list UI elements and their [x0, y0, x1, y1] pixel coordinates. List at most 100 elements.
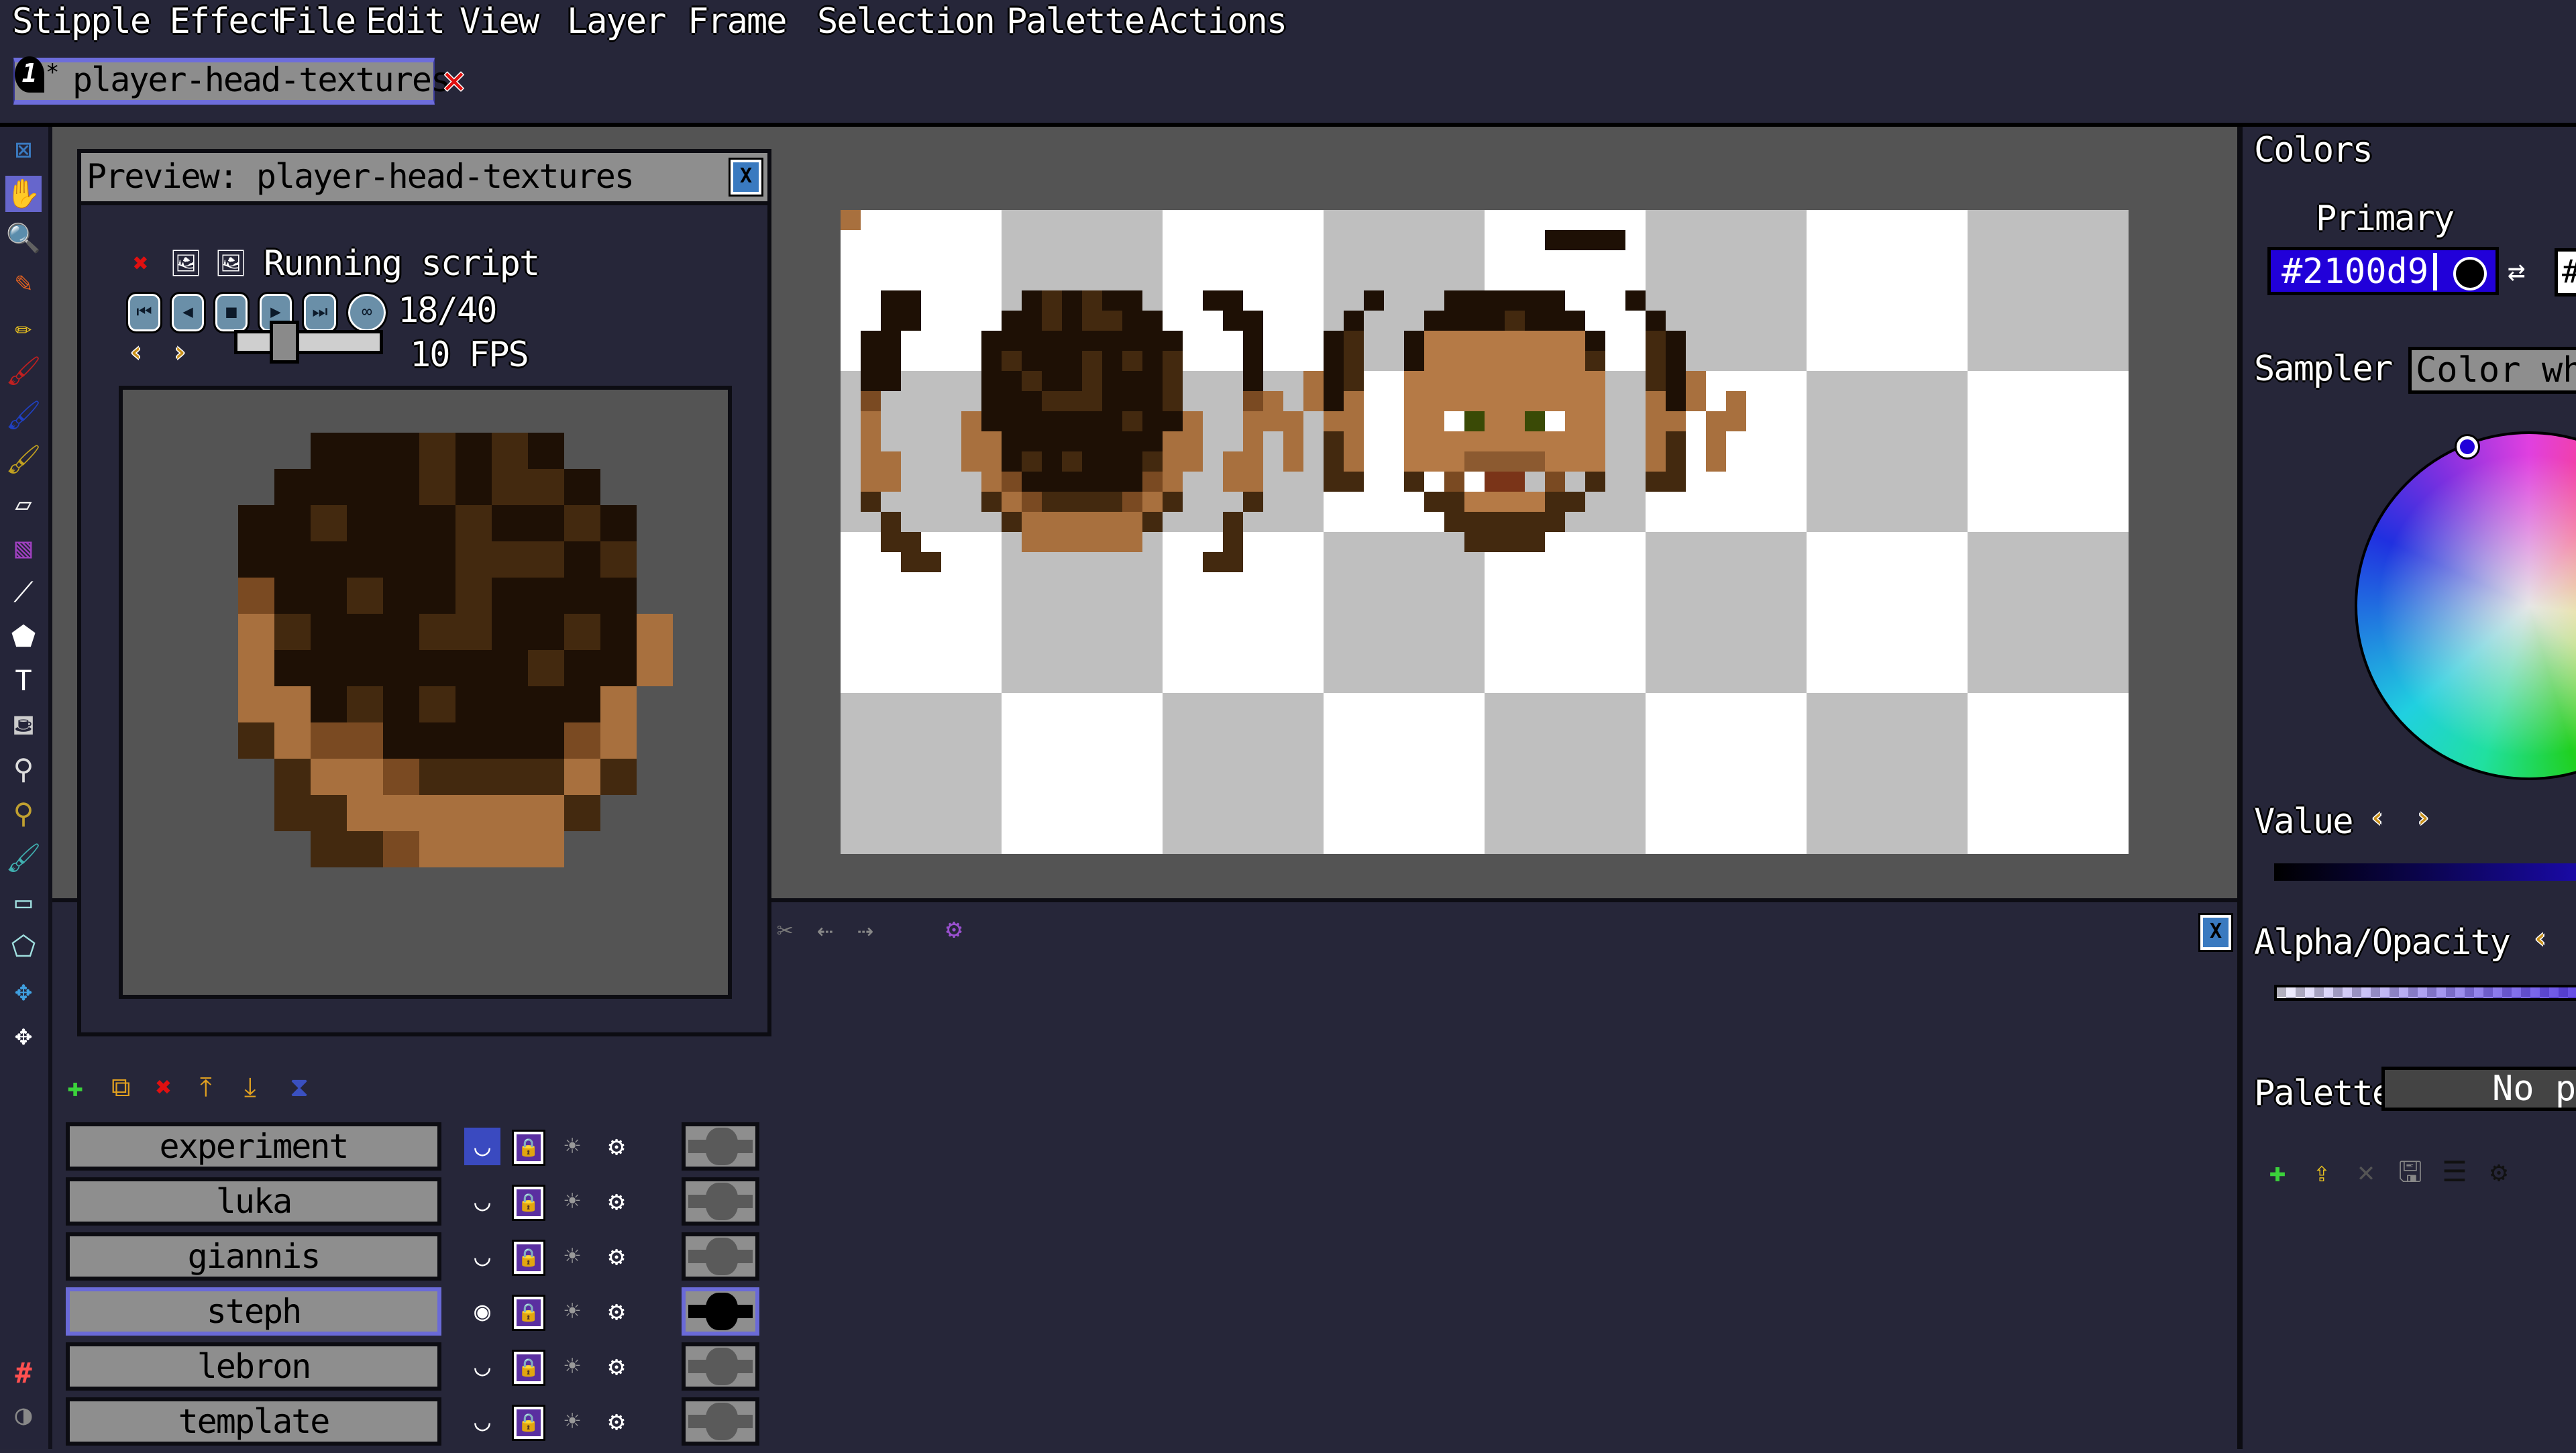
- rerun-script-icon[interactable]: 🖼: [215, 246, 247, 280]
- hand-icon[interactable]: ✋: [5, 176, 42, 212]
- tab-label[interactable]: player-head-textures: [72, 59, 451, 101]
- eye-open-icon[interactable]: ◉: [464, 1293, 500, 1330]
- move-frame-back-icon[interactable]: ⇠: [817, 914, 833, 947]
- onion-skin-icon[interactable]: ☀: [554, 1128, 590, 1165]
- layer-settings-icon[interactable]: ⚙: [598, 1348, 635, 1385]
- alpha-slider[interactable]: [2274, 985, 2576, 1001]
- onion-skin-icon[interactable]: ☀: [554, 1238, 590, 1275]
- layer-row[interactable]: steph ◉ 🔒 ☀ ⚙: [66, 1287, 770, 1336]
- cancel-script-icon[interactable]: ✖: [125, 246, 157, 280]
- layer-row[interactable]: giannis ◡ 🔒 ☀ ⚙: [66, 1232, 770, 1281]
- palette-settings-icon[interactable]: ⚙: [2481, 1154, 2517, 1190]
- primary-hex-input[interactable]: #2100d9: [2267, 247, 2499, 295]
- onion-skin-icon[interactable]: ☀: [554, 1293, 590, 1330]
- eye-closed-icon[interactable]: ◡: [464, 1238, 500, 1275]
- menu-app-stipple-effect[interactable]: Stipple Effect: [12, 1, 288, 42]
- brush-select-icon[interactable]: 🖌: [5, 840, 42, 876]
- layer-frame-cell[interactable]: [682, 1177, 759, 1226]
- import-palette-icon[interactable]: ⇪: [2304, 1154, 2340, 1190]
- grid-icon[interactable]: #: [5, 1355, 42, 1391]
- palette-dropdown[interactable]: No pa: [2381, 1067, 2576, 1111]
- move-contents-icon[interactable]: ✥: [5, 1017, 42, 1053]
- lock-icon[interactable]: 🔒: [512, 1240, 545, 1276]
- move-layer-down-icon[interactable]: ⤓: [244, 1071, 256, 1104]
- layer-frame-cell[interactable]: [682, 1287, 759, 1336]
- save-palette-icon[interactable]: 🖫: [2392, 1154, 2428, 1190]
- eye-closed-icon[interactable]: ◡: [464, 1348, 500, 1385]
- frame-settings-icon[interactable]: ⚙: [946, 912, 962, 946]
- lock-icon[interactable]: 🔒: [512, 1185, 545, 1221]
- close-palette-icon[interactable]: ✕: [2348, 1154, 2384, 1190]
- layer-row[interactable]: lebron ◡ 🔒 ☀ ⚙: [66, 1342, 770, 1391]
- move-selection-icon[interactable]: ✥: [5, 973, 42, 1009]
- wand-icon[interactable]: ⚲: [5, 796, 42, 832]
- close-panel-icon[interactable]: ⊠: [5, 131, 42, 168]
- duplicate-layer-icon[interactable]: ⧉: [111, 1071, 131, 1104]
- lock-icon[interactable]: 🔒: [512, 1295, 545, 1331]
- secondary-hex-input[interactable]: #: [2555, 248, 2576, 297]
- project-canvas[interactable]: [841, 210, 2129, 854]
- menu-palette[interactable]: Palette: [1006, 1, 1145, 42]
- eye-closed-icon[interactable]: ◡: [464, 1183, 500, 1220]
- layer-row[interactable]: luka ◡ 🔒 ☀ ⚙: [66, 1177, 770, 1226]
- layer-name-button[interactable]: luka: [66, 1177, 441, 1226]
- layer-frame-cell[interactable]: [682, 1397, 759, 1446]
- onion-skin-icon[interactable]: ☀: [554, 1183, 590, 1220]
- layer-settings-icon[interactable]: ⚙: [598, 1293, 635, 1330]
- box-select-icon[interactable]: ▭: [5, 884, 42, 920]
- pencil-icon[interactable]: ✏: [5, 309, 42, 345]
- menu-layer[interactable]: Layer: [567, 1, 667, 42]
- symmetry-icon[interactable]: ◑: [5, 1397, 42, 1433]
- lock-icon[interactable]: 🔒: [512, 1405, 545, 1441]
- close-x-icon[interactable]: ✕: [443, 62, 466, 99]
- layer-name-button[interactable]: lebron: [66, 1342, 441, 1391]
- layer-row[interactable]: experiment ◡ 🔒 ☀ ⚙: [66, 1122, 770, 1171]
- layer-name-button[interactable]: template: [66, 1397, 441, 1446]
- layer-settings-icon[interactable]: ⚙: [598, 1128, 635, 1165]
- menu-edit[interactable]: Edit: [366, 1, 445, 42]
- lock-icon[interactable]: 🔒: [512, 1350, 545, 1386]
- preview-title-bar[interactable]: Preview: player-head-textures X: [81, 153, 767, 205]
- menu-actions[interactable]: Actions: [1148, 1, 1287, 42]
- primary-swatch[interactable]: [2453, 257, 2487, 290]
- lock-icon[interactable]: 🔒: [512, 1130, 545, 1166]
- zoom-icon[interactable]: 🔍: [5, 220, 42, 256]
- menu-frame[interactable]: Frame: [688, 1, 788, 42]
- eyedropper-icon[interactable]: ⚲: [5, 751, 42, 788]
- value-slider[interactable]: [2274, 863, 2576, 881]
- value-decrease-icon[interactable]: ‹: [2369, 801, 2385, 835]
- sampler-dropdown[interactable]: Color whe: [2408, 347, 2576, 394]
- brush-icon[interactable]: 🖌: [5, 353, 42, 389]
- close-panel-icon[interactable]: X: [2198, 913, 2233, 952]
- panel-divider[interactable]: [2237, 127, 2243, 1449]
- cut-frame-icon[interactable]: ✂: [777, 914, 793, 947]
- previous-frame-icon[interactable]: ◀: [170, 292, 206, 333]
- polygon-select-icon[interactable]: ⬠: [5, 928, 42, 965]
- layer-frame-cell[interactable]: [682, 1122, 759, 1171]
- fill-bucket-icon[interactable]: ⛾: [5, 707, 42, 743]
- move-layer-up-icon[interactable]: ⤒: [200, 1071, 212, 1104]
- layer-settings-icon[interactable]: ⚙: [598, 1238, 635, 1275]
- layer-frame-cell[interactable]: [682, 1232, 759, 1281]
- layer-name-button[interactable]: giannis: [66, 1232, 441, 1281]
- script-brush-icon[interactable]: 🖌: [5, 441, 42, 478]
- layer-settings-icon[interactable]: ⚙: [598, 1183, 635, 1220]
- eye-closed-icon[interactable]: ◡: [464, 1403, 500, 1440]
- first-frame-icon[interactable]: ⏮: [126, 292, 162, 333]
- alpha-decrease-icon[interactable]: ‹: [2532, 922, 2548, 955]
- eye-closed-icon[interactable]: ◡: [464, 1128, 500, 1165]
- stipple-pencil-icon[interactable]: ✎: [5, 264, 42, 301]
- menu-selection[interactable]: Selection: [817, 1, 996, 42]
- last-frame-icon[interactable]: ⏭: [302, 292, 338, 333]
- fps-slider[interactable]: [234, 330, 383, 354]
- stop-icon[interactable]: ■: [213, 292, 250, 333]
- merge-layers-icon[interactable]: ⧗: [290, 1071, 309, 1104]
- menu-file[interactable]: File: [276, 1, 356, 42]
- move-frame-forward-icon[interactable]: ⇢: [857, 914, 873, 947]
- color-wheel-marker[interactable]: [2455, 434, 2480, 460]
- add-palette-icon[interactable]: ✚: [2259, 1154, 2296, 1190]
- increase-fps-icon[interactable]: ›: [172, 335, 188, 369]
- layer-frame-cell[interactable]: [682, 1342, 759, 1391]
- line-icon[interactable]: ⟋: [5, 574, 42, 610]
- add-layer-icon[interactable]: ✚: [67, 1071, 83, 1104]
